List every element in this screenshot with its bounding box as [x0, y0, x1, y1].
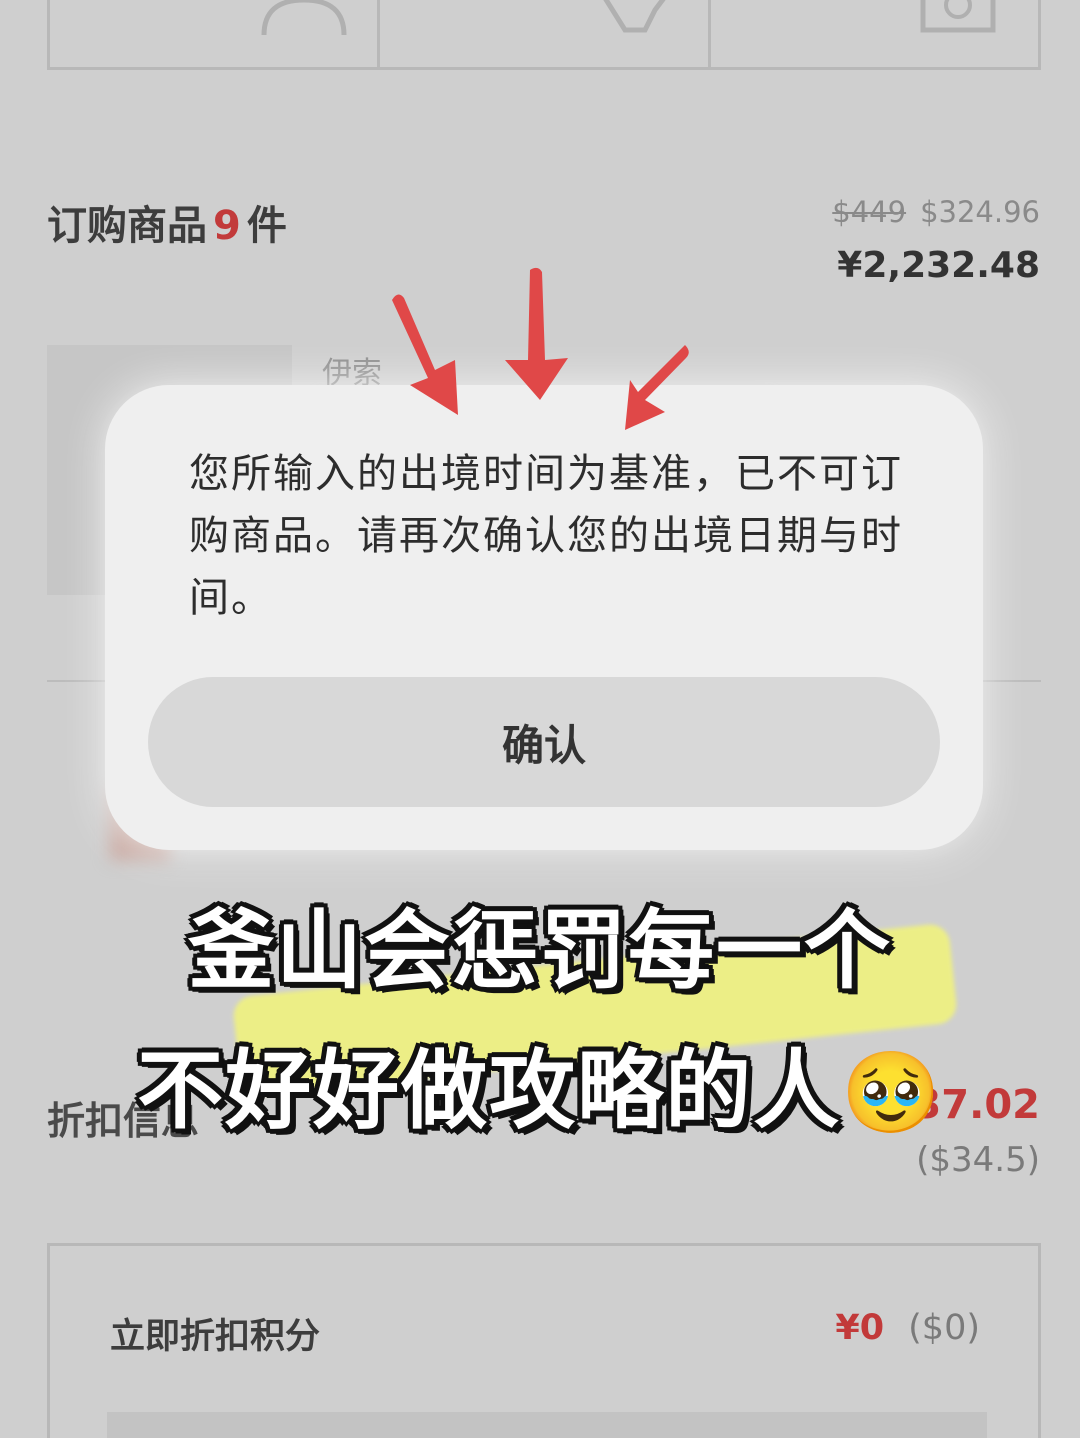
sale-price-usd: $324.96 [920, 195, 1040, 229]
item-count-unit: 件 [246, 203, 287, 249]
points-section: 立即折扣积分 ¥0 ($0) [47, 1243, 1041, 1438]
caption-line-1: 釜山会惩罚每一个 [188, 901, 892, 1001]
tab-profile[interactable] [50, 0, 381, 67]
alert-message: 您所输入的出境时间为基准，已不可订购商品。请再次确认您的出境日期与时间。 [189, 451, 903, 621]
points-label: 立即折扣积分 [110, 1317, 321, 1357]
pleading-face-icon: 🥹 [841, 1046, 943, 1139]
confirm-button[interactable]: 确认 [148, 677, 940, 807]
points-value: ¥0 ($0) [835, 1308, 980, 1348]
person-icon [261, 0, 347, 36]
points-value-usd: ($0) [908, 1308, 980, 1348]
points-value-cny: ¥0 [835, 1308, 885, 1348]
tab-coupon[interactable] [711, 0, 1038, 67]
tab-sale[interactable] [380, 0, 711, 67]
top-tab-strip [47, 0, 1041, 70]
points-input[interactable] [107, 1412, 987, 1438]
arrow-center-icon [505, 267, 568, 400]
arrow-left-icon [392, 294, 458, 415]
tag-icon [603, 0, 666, 33]
order-title-label: 订购商品 [47, 203, 207, 249]
original-price: $449 [832, 195, 907, 229]
coupon-icon [920, 0, 996, 33]
caption-line-2-wrap: 不好好做攻略的人🥹 [0, 1020, 1080, 1145]
discount-amount-usd: ($34.5) [916, 1140, 1040, 1180]
caption-line-2: 不好好做攻略的人 [137, 1041, 842, 1141]
order-title: 订购商品 9 件 [47, 193, 287, 251]
arrow-right-icon [625, 345, 689, 430]
sale-price-cny: ¥2,232.48 [837, 245, 1040, 286]
price-usd: $449 $324.96 [832, 195, 1040, 229]
annotation-arrows [392, 267, 689, 430]
item-count: 9 [213, 203, 241, 249]
alert-dialog: 您所输入的出境时间为基准，已不可订购商品。请再次确认您的出境日期与时间。 确认 [105, 385, 983, 850]
